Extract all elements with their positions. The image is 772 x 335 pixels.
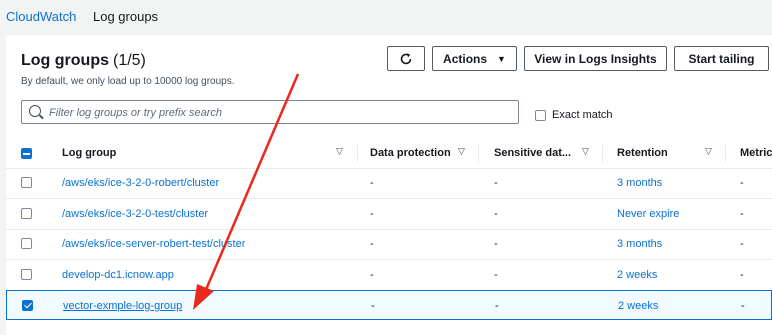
table-row[interactable]: develop-dc1.icnow.app - - 2 weeks - bbox=[6, 260, 772, 291]
sort-icon[interactable]: ▽ bbox=[582, 146, 589, 157]
sensitive-data-cell: - bbox=[494, 208, 498, 220]
start-tailing-button[interactable]: Start tailing bbox=[674, 46, 769, 71]
row-checkbox[interactable] bbox=[21, 208, 32, 219]
search-box bbox=[21, 100, 519, 124]
column-divider[interactable] bbox=[478, 145, 479, 162]
table-row[interactable]: /aws/eks/ice-3-2-0-robert/cluster - - 3 … bbox=[6, 168, 772, 199]
page-description: By default, we only load up to 10000 log… bbox=[21, 76, 235, 87]
column-header-metric[interactable]: Metric bbox=[740, 147, 772, 159]
sort-icon[interactable]: ▽ bbox=[336, 146, 343, 157]
table-row[interactable]: /aws/eks/ice-server-robert-test/cluster … bbox=[6, 229, 772, 260]
table-header: Log group ▽ Data protection ▽ Sensitive … bbox=[6, 140, 772, 169]
metric-cell: - bbox=[740, 269, 744, 281]
retention-link[interactable]: 2 weeks bbox=[617, 269, 657, 281]
retention-link[interactable]: Never expire bbox=[617, 208, 679, 220]
page-title-text: Log groups bbox=[21, 52, 109, 69]
metric-cell: - bbox=[741, 300, 745, 312]
sensitive-data-cell: - bbox=[494, 238, 498, 250]
metric-cell: - bbox=[740, 208, 744, 220]
view-in-logs-insights-button[interactable]: View in Logs Insights bbox=[524, 46, 667, 71]
breadcrumb-cloudwatch-link[interactable]: CloudWatch bbox=[6, 9, 76, 24]
actions-button[interactable]: Actions ▼ bbox=[432, 46, 517, 71]
column-divider[interactable] bbox=[357, 145, 358, 162]
row-checkbox[interactable] bbox=[21, 269, 32, 280]
retention-link[interactable]: 2 weeks bbox=[618, 300, 658, 312]
row-checkbox[interactable] bbox=[21, 177, 32, 188]
sort-icon[interactable]: ▽ bbox=[458, 146, 465, 157]
column-divider[interactable] bbox=[725, 145, 726, 162]
actions-label: Actions bbox=[443, 51, 488, 66]
data-protection-cell: - bbox=[370, 269, 374, 281]
refresh-button[interactable] bbox=[387, 46, 425, 71]
column-header-retention[interactable]: Retention bbox=[617, 147, 668, 159]
retention-link[interactable]: 3 months bbox=[617, 177, 662, 189]
log-group-link[interactable]: vector-exmple-log-group bbox=[63, 300, 182, 312]
page-title: Log groups (1/5) bbox=[21, 52, 146, 70]
log-group-link[interactable]: /aws/eks/ice-3-2-0-test/cluster bbox=[62, 208, 208, 220]
search-icon bbox=[29, 105, 41, 117]
log-group-link[interactable]: develop-dc1.icnow.app bbox=[62, 269, 174, 281]
caret-down-icon: ▼ bbox=[497, 53, 506, 64]
log-group-link[interactable]: /aws/eks/ice-3-2-0-robert/cluster bbox=[62, 177, 219, 189]
table-row-selected[interactable]: vector-exmple-log-group - - 2 weeks - bbox=[6, 290, 772, 320]
search-input[interactable] bbox=[47, 103, 511, 123]
data-protection-cell: - bbox=[370, 208, 374, 220]
sensitive-data-cell: - bbox=[494, 177, 498, 189]
column-divider[interactable] bbox=[602, 145, 603, 162]
data-protection-cell: - bbox=[371, 300, 375, 312]
refresh-icon bbox=[400, 52, 412, 64]
sort-icon[interactable]: ▽ bbox=[705, 146, 712, 157]
breadcrumb: CloudWatch › Log groups bbox=[0, 0, 772, 32]
metric-cell: - bbox=[740, 238, 744, 250]
data-protection-cell: - bbox=[370, 177, 374, 189]
sensitive-data-cell: - bbox=[495, 300, 499, 312]
chevron-right-icon: › bbox=[68, 8, 72, 22]
select-all-checkbox[interactable] bbox=[21, 148, 32, 159]
column-header-sensitive-data[interactable]: Sensitive dat... bbox=[494, 147, 571, 159]
column-header-log-group[interactable]: Log group bbox=[62, 147, 116, 159]
row-checkbox[interactable] bbox=[21, 238, 32, 249]
row-checkbox-checked[interactable] bbox=[22, 300, 33, 311]
exact-match-checkbox[interactable] bbox=[535, 110, 546, 121]
selection-count: (1/5) bbox=[112, 52, 146, 69]
sensitive-data-cell: - bbox=[494, 269, 498, 281]
metric-cell: - bbox=[740, 177, 744, 189]
log-group-link[interactable]: /aws/eks/ice-server-robert-test/cluster bbox=[62, 238, 245, 250]
column-header-data-protection[interactable]: Data protection bbox=[370, 147, 451, 159]
table-row[interactable]: /aws/eks/ice-3-2-0-test/cluster - - Neve… bbox=[6, 199, 772, 230]
breadcrumb-current: Log groups bbox=[93, 9, 159, 24]
retention-link[interactable]: 3 months bbox=[617, 238, 662, 250]
data-protection-cell: - bbox=[370, 238, 374, 250]
exact-match-label: Exact match bbox=[552, 109, 613, 121]
